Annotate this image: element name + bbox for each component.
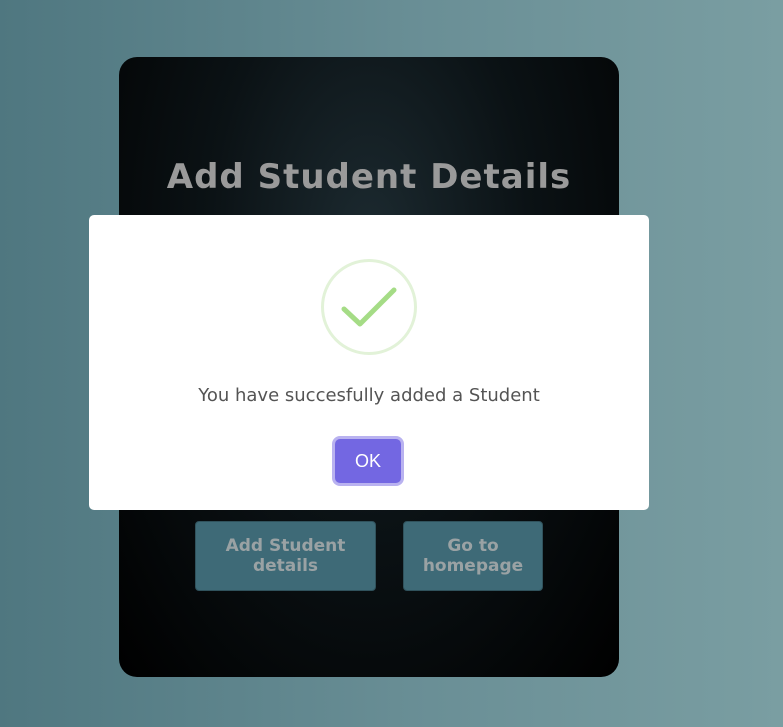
success-dialog: You have succesfully added a Student OK [89,215,649,510]
go-to-homepage-button[interactable]: Go to homepage [403,521,543,591]
ok-button[interactable]: OK [335,439,401,483]
success-check-icon [321,259,417,355]
dialog-message: You have succesfully added a Student [198,385,540,406]
add-student-button[interactable]: Add Student details [195,521,376,591]
page-title: Add Student Details [166,157,572,197]
